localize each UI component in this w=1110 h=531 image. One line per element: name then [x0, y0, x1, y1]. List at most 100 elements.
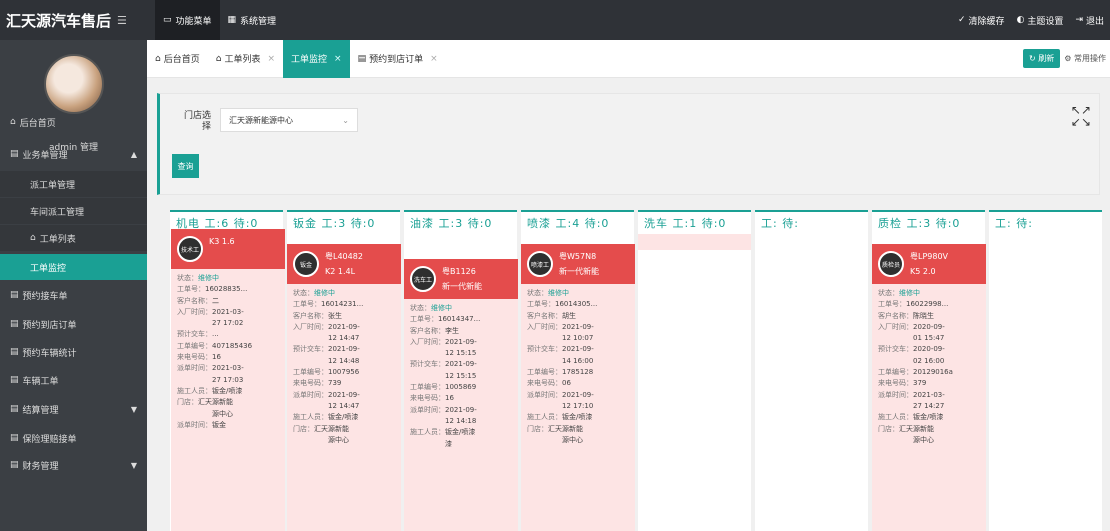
clear-cache-button[interactable]: ✓ 清除缓存 [958, 14, 1005, 27]
field-value: 16 [212, 353, 221, 362]
field-label: 门店 [527, 424, 541, 433]
field-value: 12 14:48 [328, 356, 360, 365]
sidebar-item-finance[interactable]: ▤ 财务管理 ▼ [0, 452, 147, 478]
sidebar-item-work-order-list[interactable]: ⌂ 工单列表 [0, 225, 147, 251]
field-label: 客户名称 [410, 326, 438, 335]
common-operations-button[interactable]: ⚙ 常用操作 [1064, 53, 1106, 64]
card-field: 预计交车：2021-09- [410, 360, 477, 369]
search-button[interactable]: 查询 [172, 154, 199, 178]
sidebar-item-vehicle-orders[interactable]: ▤ 车辆工单 [0, 367, 147, 393]
field-value: 漆 [445, 439, 452, 448]
sidebar-item-label: 工单列表 [39, 234, 76, 245]
field-label: 预计交车 [293, 345, 321, 354]
field-value: 12 15:15 [445, 349, 477, 358]
card-field: 派单时间：2021-09- [410, 405, 477, 414]
card-field: 入厂时间：2021-03- [177, 307, 244, 316]
logout-button[interactable]: ⇥ 退出 [1075, 14, 1104, 27]
tab-work-order-monitor[interactable]: 工单监控 × [283, 39, 350, 78]
sidebar-item-reservation-stats[interactable]: ▤ 预约车辆统计 [0, 339, 147, 365]
sidebar-item-workshop[interactable]: 车间派工管理 [0, 198, 147, 224]
fullscreen-icon[interactable]: ↖↗ ↙↘ [1071, 104, 1091, 128]
menu-toggle-icon[interactable]: ☰ [117, 14, 127, 27]
field-value: 27 17:02 [212, 319, 244, 328]
card-field: 02 16:00 [878, 356, 980, 367]
field-label: 施工人员 [527, 413, 555, 422]
field-value: 2021-09- [328, 322, 360, 331]
field-label: 状态 [293, 289, 307, 297]
work-order-card[interactable]: 钣金 粤L40482 K2 1.4L 状态：维修中 工单号：16014231... 客户名… [287, 244, 401, 531]
field-label: 预计交车 [527, 345, 555, 354]
field-label: 来电号码 [878, 379, 906, 388]
field-value: 汇天源新能 [198, 398, 233, 407]
card-field: 01 15:47 [878, 333, 980, 344]
gear-icon: ⚙ [1064, 54, 1072, 63]
home-icon: ⌂ [215, 53, 222, 64]
card-field: 工单编号：1785128 [527, 368, 594, 377]
tab-label: 工单列表 [224, 55, 261, 65]
sidebar-item-home[interactable]: ⌂ 后台首页 [0, 109, 147, 135]
field-value: 钣金/喷漆 [328, 413, 359, 422]
card-field: 工单号：16014347... [410, 315, 481, 324]
card-field: 客户名称：陈晓生 [878, 311, 934, 320]
sidebar-item-work-order-monitor[interactable]: 工单监控 [0, 254, 147, 280]
tab-bar: ⌂ 后台首页 ⌂ 工单列表 × 工单监控 × ▤ 预约到店订单 × ↻ 刷新 ⚙… [147, 39, 1110, 78]
field-label: 客户名称 [177, 296, 205, 305]
top-nav: ▭ 功能菜单 ▦ 系统管理 [155, 0, 284, 40]
field-value: 1785128 [562, 368, 594, 377]
column-header: 油漆 工:3 待:0 [410, 217, 493, 230]
work-order-card[interactable]: 技术工 K3 1.6 状态：维修中 工单号：16028835... 客户名称：二 入厂时间… [171, 229, 285, 531]
card-field: 12 14:47 [293, 333, 395, 344]
card-field: 27 14:27 [878, 401, 980, 412]
technician-avatar: 洗车工 [410, 266, 436, 292]
work-order-card[interactable]: 洗车工 粤B1126 新一代新能 状态：维修中 工单号：16014347... 客户名称：… [404, 259, 518, 531]
card-field: 工单号：16022998... [878, 300, 949, 309]
field-label: 派单时间 [410, 405, 438, 414]
field-value: 2021-09- [328, 390, 360, 399]
close-icon[interactable]: × [430, 54, 438, 64]
card-field: 状态：维修中 [177, 274, 219, 282]
sidebar-item-reservation-pickup[interactable]: ▤ 预约接车单 [0, 282, 147, 308]
card-field: 预计交车：2020-09- [878, 345, 945, 354]
refresh-button[interactable]: ↻ 刷新 [1023, 49, 1061, 68]
field-value: 407185436 [212, 341, 253, 350]
sidebar-item-business[interactable]: ▤ 业务单管理 ▲ [0, 141, 147, 167]
field-label: 门店 [293, 424, 307, 433]
field-value: 李生 [445, 326, 459, 335]
field-value: 胡生 [562, 311, 576, 320]
sidebar-item-insurance[interactable]: ▤ 保险理赔接单 [0, 425, 147, 451]
field-label: 客户名称 [293, 311, 321, 320]
tab-work-order-list[interactable]: ⌂ 工单列表 × [208, 40, 283, 78]
topnav-function-menu[interactable]: ▭ 功能菜单 [155, 0, 220, 40]
card-field: 门店：汇天源新能 [177, 398, 233, 407]
field-value: 12 15:15 [445, 371, 477, 380]
field-value: 2021-09- [445, 360, 477, 369]
chevron-up-icon: ▲ [130, 149, 137, 159]
tab-home[interactable]: ⌂ 后台首页 [147, 40, 208, 78]
work-order-card[interactable]: 喷漆工 粤W57N8 新一代新能 状态：维修中 工单号：16014305... 客户名称：… [521, 244, 635, 531]
work-order-card[interactable]: 质检员 粤LP980V K5 2.0 状态：维修中 工单号：16022998... 客户名… [872, 244, 986, 531]
plate-number: 粤L40482 [325, 252, 363, 261]
store-select[interactable]: 汇天源新能源中心 ⌄ [220, 108, 358, 132]
theme-settings-button[interactable]: ◐ 主题设置 [1017, 14, 1064, 27]
card-field: 源中心 [878, 435, 980, 446]
sidebar-item-reservation-orders[interactable]: ▤ 预约到店订单 [0, 311, 147, 337]
column-header: 工: 待: [761, 217, 799, 230]
card-field: 派单时间：2021-09- [527, 390, 594, 399]
sidebar-item-label: 派工单管理 [30, 180, 76, 191]
field-label: 入厂时间 [878, 322, 906, 331]
close-icon[interactable]: × [334, 54, 342, 64]
field-value: 钣金/喷漆 [913, 413, 944, 422]
card-body: 状态：维修中 工单号：16014305... 客户名称：胡生 入厂时间：2021-09… [521, 284, 635, 450]
column-header: 喷漆 工:4 待:0 [527, 217, 610, 230]
topnav-system-management[interactable]: ▦ 系统管理 [220, 0, 285, 40]
vehicle-model: 新一代新能 [559, 267, 599, 276]
field-value: 16 [445, 394, 454, 403]
tab-reservation-orders[interactable]: ▤ 预约到店订单 × [350, 40, 446, 78]
column-header: 质检 工:3 待:0 [878, 217, 961, 230]
sidebar-item-dispatch[interactable]: 派工单管理 [0, 171, 147, 197]
close-icon[interactable]: × [267, 54, 275, 64]
sidebar-item-settlement[interactable]: ▤ 结算管理 ▼ [0, 396, 147, 422]
field-value: 钣金/喷漆 [562, 413, 593, 422]
field-label: 状态 [527, 289, 541, 297]
vehicle-model: K5 2.0 [910, 267, 936, 276]
